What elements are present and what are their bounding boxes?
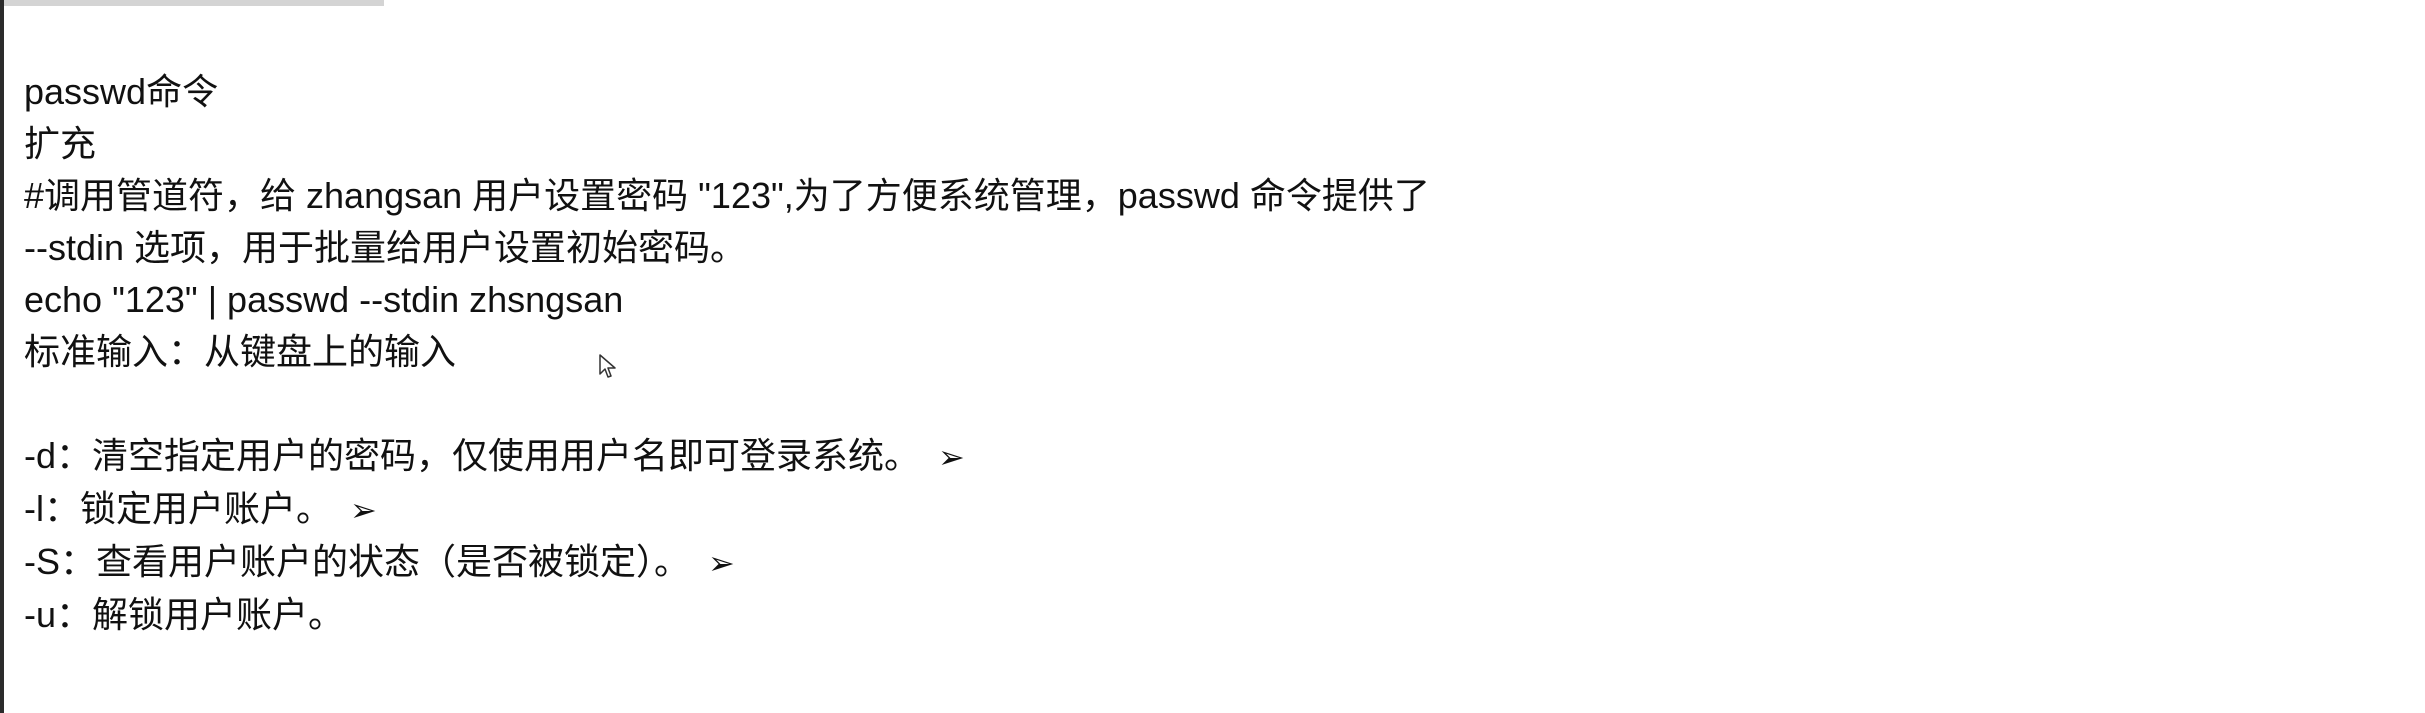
option-s-line: -S：查看用户账户的状态（是否被锁定）。 ➢ [24,536,2384,589]
option-l-line: -l：锁定用户账户。 ➢ [24,483,2384,536]
section-line: 扩充 [24,123,97,164]
option-d-line: -d：清空指定用户的密码，仅使用用户名即可登录系统。 ➢ [24,430,2384,483]
document-content[interactable]: passwd命令 扩充 #调用管道符，给 zhangsan 用户设置密码 "12… [24,66,2384,641]
option-u-line: -u：解锁用户账户。 [24,589,2384,641]
title-line: passwd命令 [24,71,219,112]
mouse-pointer-icon [599,354,616,378]
window-left-border [0,0,4,713]
arrow-bullet-icon: ➢ [708,544,735,582]
option-s-text: -S：查看用户账户的状态（是否被锁定）。 [24,541,691,582]
arrow-bullet-icon: ➢ [938,438,965,476]
note-line: 标准输入：从键盘上的输入 [24,331,457,372]
option-d-text: -d：清空指定用户的密码，仅使用用户名即可登录系统。 [24,435,921,476]
arrow-bullet-icon: ➢ [350,491,377,529]
document-page: passwd命令 扩充 #调用管道符，给 zhangsan 用户设置密码 "12… [0,0,2425,713]
comment-line: #调用管道符，给 zhangsan 用户设置密码 "123",为了方便系统管理，… [24,175,1430,268]
command-line: echo "123" | passwd --stdin zhsngsan [24,279,624,320]
top-cropped-strip [4,0,384,6]
option-l-text: -l：锁定用户账户。 [24,488,332,529]
option-u-text: -u：解锁用户账户。 [24,594,345,635]
